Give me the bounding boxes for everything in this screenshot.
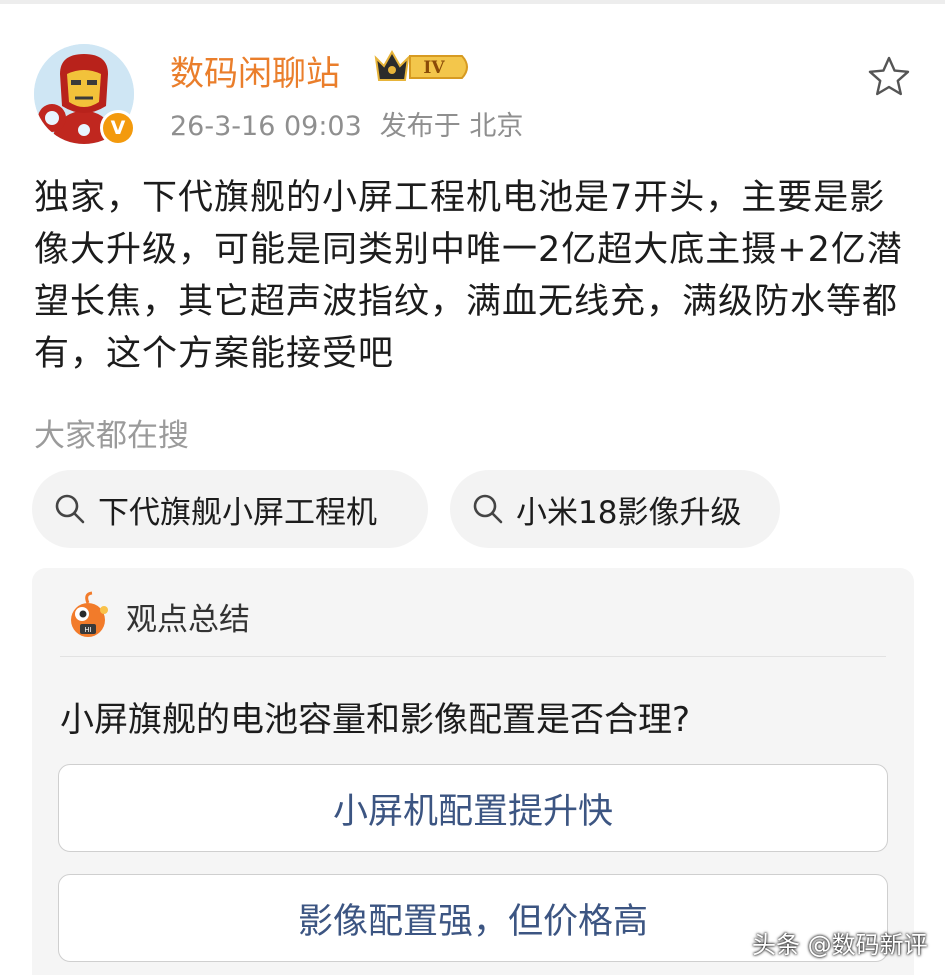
search-heading: 大家都在搜 xyxy=(34,418,189,454)
crown-level-icon: IV xyxy=(374,49,468,81)
search-icon xyxy=(473,494,503,524)
watermark: 头条 @数码新评 xyxy=(752,931,928,959)
search-chip-label: 下代旗舰小屏工程机 xyxy=(98,494,377,531)
poll-question: 小屏旗舰的电池容量和影像配置是否合理? xyxy=(60,700,691,740)
search-chip[interactable]: 下代旗舰小屏工程机 xyxy=(32,470,428,548)
verified-badge: V xyxy=(100,110,136,146)
poll-option[interactable]: 小屏机配置提升快 xyxy=(58,764,888,852)
star-icon[interactable] xyxy=(866,54,912,100)
poll-option-label: 小屏机配置提升快 xyxy=(332,791,613,832)
post-time: 26-3-16 09:03 xyxy=(170,111,362,142)
summary-title: 观点总结 xyxy=(126,602,250,638)
post-meta: 26-3-16 09:03 发布于 北京 xyxy=(170,104,523,143)
divider xyxy=(60,656,886,657)
mascot-icon: HI xyxy=(71,591,108,637)
post-content: 独家，下代旗舰的小屏工程机电池是7开头，主要是影像大升级，可能是同类别中唯一2亿… xyxy=(34,178,903,374)
top-divider xyxy=(0,0,945,4)
username[interactable]: 数码闲聊站 xyxy=(170,46,340,95)
search-chip-label: 小米18影像升级 xyxy=(516,494,742,531)
poll-option-label: 影像配置强，但价格高 xyxy=(297,901,648,942)
level-label: IV xyxy=(423,58,445,78)
svg-text:HI: HI xyxy=(84,626,91,634)
search-icon xyxy=(55,494,85,524)
post-location: 发布于 北京 xyxy=(379,111,524,142)
summary-card: HI 观点总结 小屏旗舰的电池容量和影像配置是否合理? 小屏机配置提升快 影像配… xyxy=(32,568,914,975)
search-chip[interactable]: 小米18影像升级 xyxy=(450,470,780,548)
